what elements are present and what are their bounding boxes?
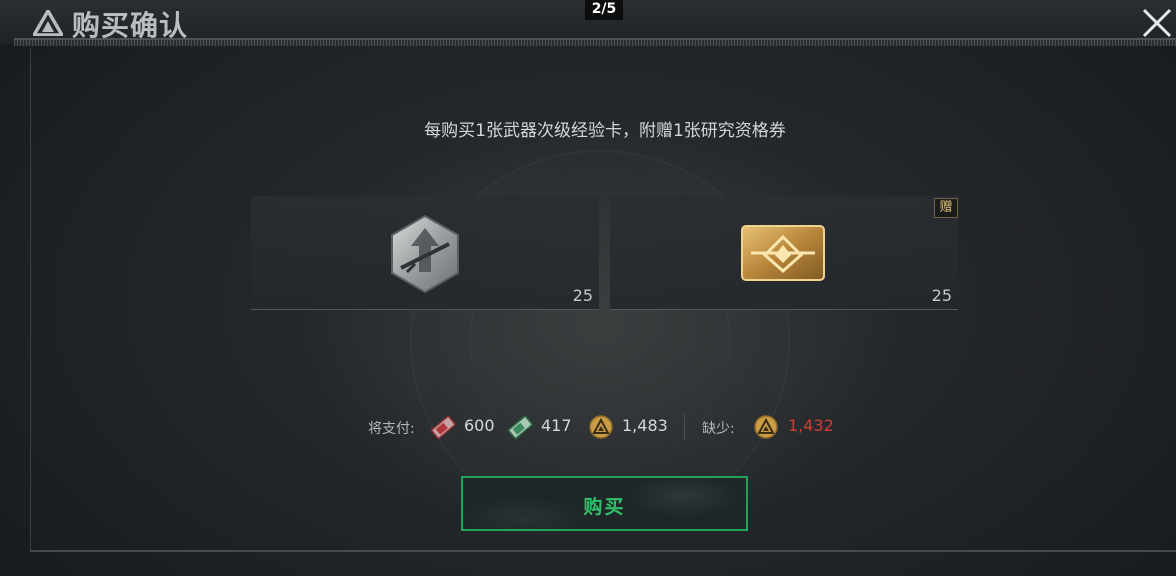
close-icon[interactable]: [1140, 4, 1174, 40]
gold-coin-icon: [754, 415, 778, 439]
cost-gold-coin: 1,483: [622, 416, 668, 435]
red-ticket-icon: [431, 415, 456, 440]
gold-coin-icon: [589, 415, 613, 439]
payment-label: 将支付:: [368, 421, 415, 437]
shortage-label: 缺少:: [702, 421, 735, 437]
page-indicator: 2/5: [585, 0, 623, 20]
item-quantity: 25: [572, 286, 593, 305]
cost-green-ticket: 417: [541, 416, 572, 435]
triangle-logo-icon: [33, 10, 63, 36]
header-stripe: [14, 40, 1176, 46]
cost-red-ticket: 600: [464, 416, 495, 435]
stage: 购买确认 2/5 每购买1张武器次级经验卡，附赠1张研究资格券 25 25 赠: [0, 0, 1176, 576]
weapon-xp-card-icon: [391, 214, 459, 294]
green-ticket-icon: [508, 415, 533, 440]
buy-button[interactable]: 购买: [461, 476, 748, 531]
promo-headline: 每购买1张武器次级经验卡，附赠1张研究资格券: [424, 121, 786, 141]
item-quantity: 25: [931, 286, 952, 305]
cost-divider: [684, 414, 685, 440]
gift-badge: 赠: [934, 198, 958, 218]
research-voucher-icon: [741, 225, 825, 281]
page-title: 购买确认: [72, 9, 189, 42]
shortage-amount: 1,432: [788, 416, 834, 435]
buy-button-label: 购买: [583, 496, 626, 518]
